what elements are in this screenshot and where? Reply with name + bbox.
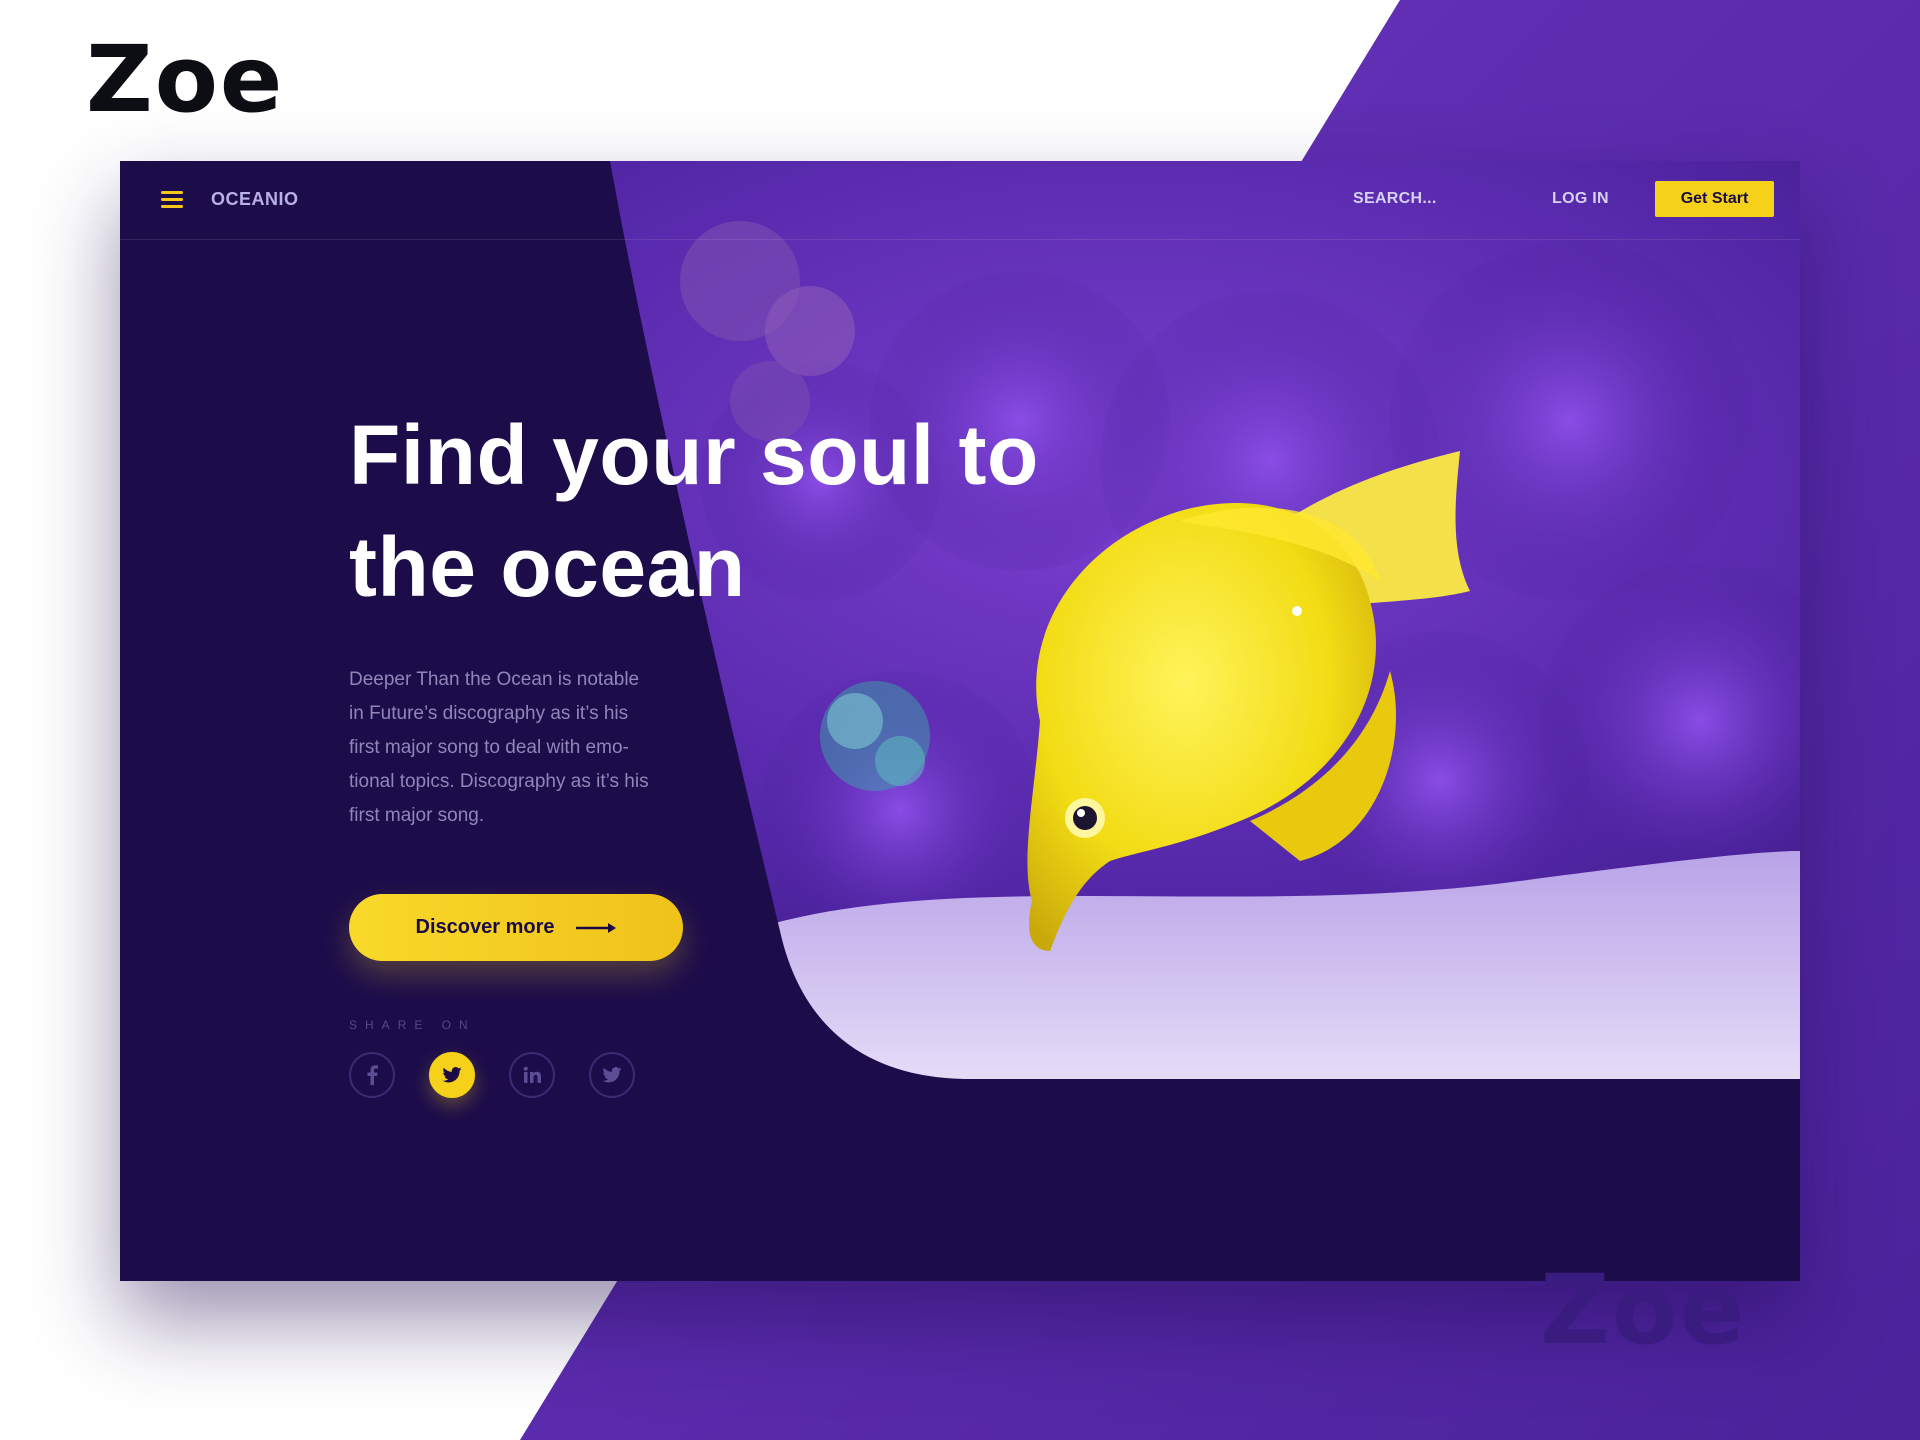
twitter-icon[interactable] bbox=[429, 1052, 475, 1098]
linkedin-icon[interactable] bbox=[509, 1052, 555, 1098]
facebook-icon[interactable] bbox=[349, 1052, 395, 1098]
discover-more-label: Discover more bbox=[415, 916, 555, 938]
description-line: in Future’s discography as it’s his bbox=[349, 703, 629, 724]
headline-line-2: the ocean bbox=[349, 520, 746, 614]
hero-headline: Find your soul to the ocean bbox=[349, 399, 1129, 623]
site-brand[interactable]: OCEANIO bbox=[211, 189, 299, 210]
description-line: tional topics. Discography as it’s his bbox=[349, 771, 649, 792]
headline-line-1: Find your soul to bbox=[349, 408, 1039, 502]
search-input[interactable]: SEARCH... bbox=[1353, 190, 1437, 208]
description-line: first major song to deal with emo- bbox=[349, 737, 629, 758]
twitter-icon[interactable] bbox=[589, 1052, 635, 1098]
hero-description: Deeper Than the Ocean is notable in Futu… bbox=[349, 663, 689, 833]
description-line: Deeper Than the Ocean is notable bbox=[349, 669, 640, 690]
arrow-right-icon bbox=[576, 922, 617, 933]
description-line: first major song. bbox=[349, 805, 485, 826]
share-on-label: SHARE ON bbox=[349, 1018, 476, 1032]
login-link[interactable]: LOG IN bbox=[1552, 190, 1609, 208]
brand-logo: Zoe bbox=[86, 26, 285, 133]
hamburger-menu-icon[interactable] bbox=[161, 191, 183, 209]
brand-watermark: Zoe bbox=[1540, 1254, 1747, 1366]
landing-page-card: OCEANIO SEARCH... LOG IN Get Start Find … bbox=[120, 161, 1800, 1281]
discover-more-button[interactable]: Discover more bbox=[349, 894, 683, 961]
top-navbar: OCEANIO SEARCH... LOG IN Get Start bbox=[120, 161, 1800, 240]
anemone bbox=[820, 681, 930, 791]
get-start-button[interactable]: Get Start bbox=[1655, 181, 1774, 217]
